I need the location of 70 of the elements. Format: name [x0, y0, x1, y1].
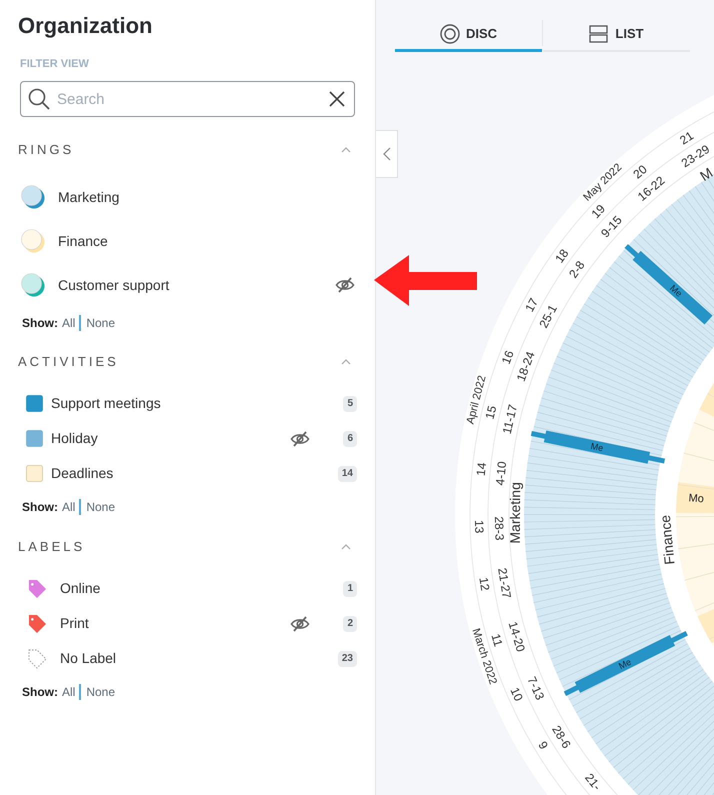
ring-label: Marketing: [506, 482, 524, 544]
ring-name[interactable]: Customer support: [58, 274, 170, 296]
week-number: 15: [482, 404, 500, 420]
week-number: 14: [474, 462, 489, 477]
ring-icon: [20, 228, 46, 254]
close-icon[interactable]: [329, 91, 345, 107]
hidden-eye-icon[interactable]: [335, 277, 355, 293]
search-icon: [28, 88, 50, 110]
label-name[interactable]: No Label: [60, 648, 116, 669]
ring-icon: [20, 184, 46, 210]
week-number: 13: [472, 520, 486, 534]
item-count: 6: [343, 430, 357, 446]
dashed-tag-icon: [26, 648, 48, 670]
label-name[interactable]: Online: [60, 578, 100, 599]
section-heading: ACTIVITIES: [18, 353, 119, 372]
week-number: 10: [508, 685, 526, 704]
show-label: Show:: [22, 499, 58, 515]
ring-icon: [20, 272, 46, 298]
filter-label: FILTER VIEW: [19, 57, 90, 71]
section-heading: LABELS: [18, 538, 86, 556]
event-label: Me: [590, 440, 604, 454]
week-number: 9: [535, 738, 551, 752]
week-range: 11-17: [500, 403, 520, 436]
show-none-link[interactable]: None: [79, 315, 116, 331]
search-field[interactable]: Search: [20, 81, 355, 117]
cell-label: Mo: [688, 492, 704, 506]
week-number: 21: [677, 128, 696, 148]
disc-icon: [440, 24, 460, 44]
sidebar-title: Organization: [18, 12, 154, 40]
item-count: 1: [343, 580, 357, 596]
activity-name[interactable]: Deadlines: [51, 463, 114, 484]
show-all-link[interactable]: All: [62, 499, 76, 515]
show-label: Show:: [22, 684, 58, 700]
event-bar[interactable]: Me: [624, 244, 713, 325]
hidden-eye-icon[interactable]: [290, 616, 310, 632]
week-number: 20: [630, 162, 650, 182]
week-range: 28-3: [492, 516, 507, 541]
item-count: 23: [338, 650, 357, 666]
ring-name[interactable]: Finance: [58, 230, 108, 252]
show-none-link[interactable]: None: [79, 684, 116, 700]
event-label: Me: [617, 656, 633, 672]
event-bar[interactable]: Me: [530, 430, 666, 464]
item-count: 2: [343, 616, 357, 632]
show-label: Show:: [22, 315, 58, 331]
activity-name[interactable]: Support meetings: [51, 393, 161, 414]
week-range: 4-10: [492, 460, 510, 486]
section-heading: RINGS: [18, 141, 74, 160]
event-bar[interactable]: Me: [564, 631, 688, 696]
chevron-left-icon: [382, 147, 390, 161]
view-tab[interactable]: DISC: [395, 18, 542, 52]
show-all-link[interactable]: All: [62, 684, 76, 700]
week-range: 14-20: [506, 620, 528, 654]
show-all-link[interactable]: All: [62, 315, 76, 331]
week-range: 21-27: [495, 566, 514, 600]
label-name[interactable]: Print: [60, 613, 89, 634]
list-icon: [589, 24, 610, 44]
item-count: 5: [343, 396, 357, 412]
event-label: Me: [668, 282, 684, 299]
item-count: 14: [338, 466, 357, 482]
ring-label: Finance: [656, 514, 678, 566]
week-range: 7-13: [524, 674, 548, 702]
activity-name[interactable]: Holiday: [51, 428, 98, 449]
hidden-eye-icon[interactable]: [290, 430, 310, 446]
week-number: 12: [476, 576, 492, 592]
ring-label: M: [696, 164, 714, 184]
ring-name[interactable]: Marketing: [58, 186, 120, 208]
week-range: 21-: [582, 770, 604, 794]
view-tab[interactable]: LIST: [543, 18, 690, 52]
show-none-link[interactable]: None: [79, 499, 116, 515]
week-number: 11: [488, 632, 506, 648]
